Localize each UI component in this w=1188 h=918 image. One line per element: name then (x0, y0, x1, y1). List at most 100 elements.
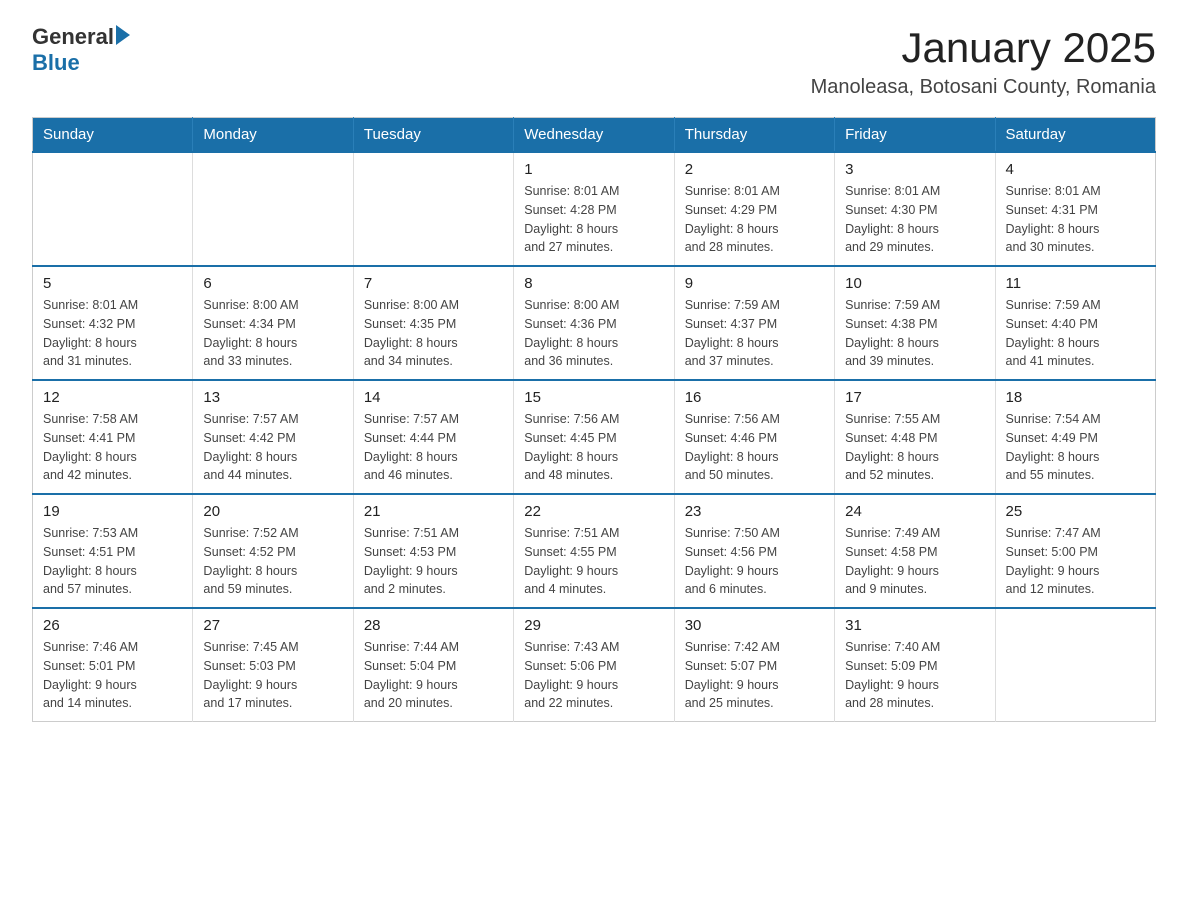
day-info: Sunrise: 7:59 AMSunset: 4:37 PMDaylight:… (685, 296, 824, 371)
day-number: 11 (1006, 275, 1145, 292)
day-number: 28 (364, 617, 503, 634)
day-number: 4 (1006, 161, 1145, 178)
day-number: 14 (364, 389, 503, 406)
calendar-cell: 29 Sunrise: 7:43 AMSunset: 5:06 PMDayligh… (514, 608, 674, 722)
day-number: 9 (685, 275, 824, 292)
logo: General Blue (32, 24, 130, 76)
day-number: 15 (524, 389, 663, 406)
calendar-cell: 10 Sunrise: 7:59 AMSunset: 4:38 PMDayligh… (835, 266, 995, 380)
day-number: 22 (524, 503, 663, 520)
day-number: 19 (43, 503, 182, 520)
day-number: 5 (43, 275, 182, 292)
day-info: Sunrise: 7:56 AMSunset: 4:45 PMDaylight:… (524, 410, 663, 485)
calendar-cell: 8Sunrise: 8:00 AMSunset: 4:36 PMDaylight… (514, 266, 674, 380)
month-year-title: January 2025 (811, 24, 1156, 72)
title-block: January 2025 Manoleasa, Botosani County,… (811, 24, 1156, 99)
calendar-cell: 5 Sunrise: 8:01 AMSunset: 4:32 PMDaylight… (33, 266, 193, 380)
calendar-table: SundayMondayTuesdayWednesdayThursdayFrid… (32, 117, 1156, 722)
calendar-cell: 12 Sunrise: 7:58 AMSunset: 4:41 PMDayligh… (33, 380, 193, 494)
calendar-cell: 21 Sunrise: 7:51 AMSunset: 4:53 PMDayligh… (353, 494, 513, 608)
day-info: Sunrise: 8:00 AMSunset: 4:34 PMDaylight:… (203, 296, 342, 371)
calendar-cell: 31Sunrise: 7:40 AMSunset: 5:09 PMDayligh… (835, 608, 995, 722)
day-number: 13 (203, 389, 342, 406)
logo-general: General (32, 24, 114, 50)
calendar-cell (353, 152, 513, 266)
calendar-cell: 27 Sunrise: 7:45 AMSunset: 5:03 PMDayligh… (193, 608, 353, 722)
calendar-cell: 7 Sunrise: 8:00 AMSunset: 4:35 PMDaylight… (353, 266, 513, 380)
column-header-saturday: Saturday (995, 118, 1155, 153)
column-header-tuesday: Tuesday (353, 118, 513, 153)
day-number: 6 (203, 275, 342, 292)
day-info: Sunrise: 7:44 AMSunset: 5:04 PMDaylight:… (364, 638, 503, 713)
calendar-cell (193, 152, 353, 266)
calendar-header-row: SundayMondayTuesdayWednesdayThursdayFrid… (33, 118, 1156, 153)
day-info: Sunrise: 7:49 AMSunset: 4:58 PMDaylight:… (845, 524, 984, 599)
day-info: Sunrise: 7:54 AMSunset: 4:49 PMDaylight:… (1006, 410, 1145, 485)
day-number: 27 (203, 617, 342, 634)
column-header-wednesday: Wednesday (514, 118, 674, 153)
day-info: Sunrise: 7:47 AMSunset: 5:00 PMDaylight:… (1006, 524, 1145, 599)
calendar-cell: 19 Sunrise: 7:53 AMSunset: 4:51 PMDayligh… (33, 494, 193, 608)
day-number: 25 (1006, 503, 1145, 520)
day-number: 20 (203, 503, 342, 520)
calendar-cell: 28 Sunrise: 7:44 AMSunset: 5:04 PMDayligh… (353, 608, 513, 722)
calendar-week-row: 12 Sunrise: 7:58 AMSunset: 4:41 PMDayligh… (33, 380, 1156, 494)
day-info: Sunrise: 7:59 AMSunset: 4:38 PMDaylight:… (845, 296, 984, 371)
logo-blue: Blue (32, 50, 80, 76)
day-number: 12 (43, 389, 182, 406)
day-number: 23 (685, 503, 824, 520)
day-number: 3 (845, 161, 984, 178)
location-subtitle: Manoleasa, Botosani County, Romania (811, 76, 1156, 99)
calendar-cell: 6 Sunrise: 8:00 AMSunset: 4:34 PMDaylight… (193, 266, 353, 380)
calendar-cell (33, 152, 193, 266)
day-number: 7 (364, 275, 503, 292)
day-info: Sunrise: 8:00 AMSunset: 4:35 PMDaylight:… (364, 296, 503, 371)
day-info: Sunrise: 7:53 AMSunset: 4:51 PMDaylight:… (43, 524, 182, 599)
day-number: 2 (685, 161, 824, 178)
calendar-cell: 15 Sunrise: 7:56 AMSunset: 4:45 PMDayligh… (514, 380, 674, 494)
day-info: Sunrise: 8:01 AMSunset: 4:30 PMDaylight:… (845, 182, 984, 257)
day-number: 16 (685, 389, 824, 406)
calendar-cell: 20 Sunrise: 7:52 AMSunset: 4:52 PMDayligh… (193, 494, 353, 608)
calendar-cell: 26Sunrise: 7:46 AMSunset: 5:01 PMDayligh… (33, 608, 193, 722)
calendar-cell: 23 Sunrise: 7:50 AMSunset: 4:56 PMDayligh… (674, 494, 834, 608)
column-header-thursday: Thursday (674, 118, 834, 153)
day-number: 21 (364, 503, 503, 520)
day-info: Sunrise: 8:01 AMSunset: 4:32 PMDaylight:… (43, 296, 182, 371)
day-number: 29 (524, 617, 663, 634)
day-info: Sunrise: 7:55 AMSunset: 4:48 PMDaylight:… (845, 410, 984, 485)
day-number: 31 (845, 617, 984, 634)
day-info: Sunrise: 8:01 AMSunset: 4:31 PMDaylight:… (1006, 182, 1145, 257)
calendar-cell: 16Sunrise: 7:56 AMSunset: 4:46 PMDayligh… (674, 380, 834, 494)
day-info: Sunrise: 8:01 AMSunset: 4:28 PMDaylight:… (524, 182, 663, 257)
calendar-cell: 24Sunrise: 7:49 AMSunset: 4:58 PMDayligh… (835, 494, 995, 608)
column-header-sunday: Sunday (33, 118, 193, 153)
day-info: Sunrise: 7:58 AMSunset: 4:41 PMDaylight:… (43, 410, 182, 485)
logo-arrow-icon (116, 25, 130, 45)
day-number: 10 (845, 275, 984, 292)
day-info: Sunrise: 7:50 AMSunset: 4:56 PMDaylight:… (685, 524, 824, 599)
day-info: Sunrise: 7:59 AMSunset: 4:40 PMDaylight:… (1006, 296, 1145, 371)
day-number: 26 (43, 617, 182, 634)
day-info: Sunrise: 7:57 AMSunset: 4:42 PMDaylight:… (203, 410, 342, 485)
calendar-cell: 18 Sunrise: 7:54 AMSunset: 4:49 PMDayligh… (995, 380, 1155, 494)
page-header: General Blue January 2025 Manoleasa, Bot… (32, 24, 1156, 99)
day-info: Sunrise: 7:45 AMSunset: 5:03 PMDaylight:… (203, 638, 342, 713)
day-info: Sunrise: 7:57 AMSunset: 4:44 PMDaylight:… (364, 410, 503, 485)
day-info: Sunrise: 7:43 AMSunset: 5:06 PMDaylight:… (524, 638, 663, 713)
calendar-cell: 9 Sunrise: 7:59 AMSunset: 4:37 PMDaylight… (674, 266, 834, 380)
calendar-week-row: 5 Sunrise: 8:01 AMSunset: 4:32 PMDaylight… (33, 266, 1156, 380)
calendar-cell: 2Sunrise: 8:01 AMSunset: 4:29 PMDaylight… (674, 152, 834, 266)
calendar-cell: 14 Sunrise: 7:57 AMSunset: 4:44 PMDayligh… (353, 380, 513, 494)
column-header-monday: Monday (193, 118, 353, 153)
day-info: Sunrise: 7:51 AMSunset: 4:55 PMDaylight:… (524, 524, 663, 599)
calendar-cell: 25 Sunrise: 7:47 AMSunset: 5:00 PMDayligh… (995, 494, 1155, 608)
day-info: Sunrise: 7:52 AMSunset: 4:52 PMDaylight:… (203, 524, 342, 599)
calendar-week-row: 19 Sunrise: 7:53 AMSunset: 4:51 PMDayligh… (33, 494, 1156, 608)
day-number: 18 (1006, 389, 1145, 406)
calendar-cell: 13 Sunrise: 7:57 AMSunset: 4:42 PMDayligh… (193, 380, 353, 494)
calendar-cell (995, 608, 1155, 722)
day-number: 17 (845, 389, 984, 406)
day-info: Sunrise: 7:51 AMSunset: 4:53 PMDaylight:… (364, 524, 503, 599)
calendar-week-row: 26Sunrise: 7:46 AMSunset: 5:01 PMDayligh… (33, 608, 1156, 722)
